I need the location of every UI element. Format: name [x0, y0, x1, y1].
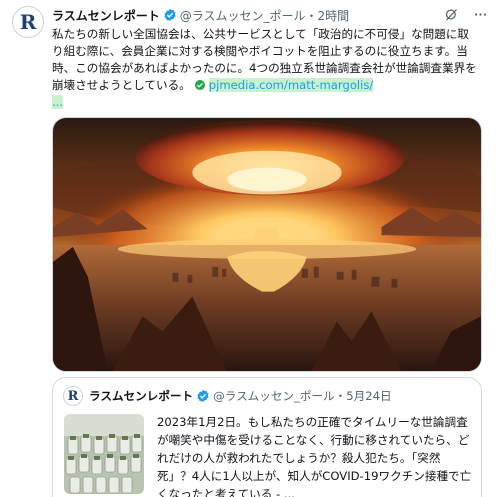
tweet-link-ellipsis[interactable]: ...	[52, 95, 64, 109]
quoted-handle-date[interactable]: @ラスムッセン_ポール・5月24日	[213, 388, 391, 404]
quoted-thumbnail	[64, 414, 144, 494]
tweet-media-image[interactable]	[52, 117, 482, 372]
quoted-author-name[interactable]: ラスムセンレポート	[89, 388, 193, 404]
author-name[interactable]: ラスムセンレポート	[52, 7, 160, 24]
quoted-tweet-text: 2023年1月2日。もし私たちの正確でタイムリーな世論調査が嘲笑や中傷を受けるこ…	[157, 415, 472, 497]
avatar-letter: R	[19, 10, 37, 34]
tweet-link[interactable]: pjmedia.com/matt-margolis/	[208, 78, 374, 92]
quoted-tweet-card[interactable]: R ラスムセンレポート @ラスムッセン_ポール・5月24日 2023年1月2日。…	[52, 377, 482, 497]
tweet-text: 私たちの新しい全国協会は、公共サービスとして「政治的に不可侵」な問題に取り組む際…	[52, 26, 480, 111]
quoted-tweet-header: ラスムセンレポート @ラスムッセン_ポール・5月24日	[89, 387, 471, 405]
nuclear-explosion-image	[53, 118, 481, 371]
grok-icon[interactable]	[444, 7, 459, 22]
author-avatar[interactable]: R	[12, 6, 44, 38]
quoted-author-avatar[interactable]: R	[63, 386, 83, 406]
verified-badge-icon	[164, 8, 176, 22]
author-handle-time[interactable]: @ラスムッセン_ポール・2時間	[180, 7, 349, 24]
quoted-avatar-letter: R	[67, 388, 79, 404]
verified-badge-icon	[197, 389, 209, 403]
check-circle-icon	[194, 80, 205, 90]
vaccine-vials-image	[64, 414, 144, 494]
tweet-header: ラスムセンレポート @ラスムッセン_ポール・2時間	[52, 6, 488, 24]
more-options-icon[interactable]	[473, 7, 488, 22]
